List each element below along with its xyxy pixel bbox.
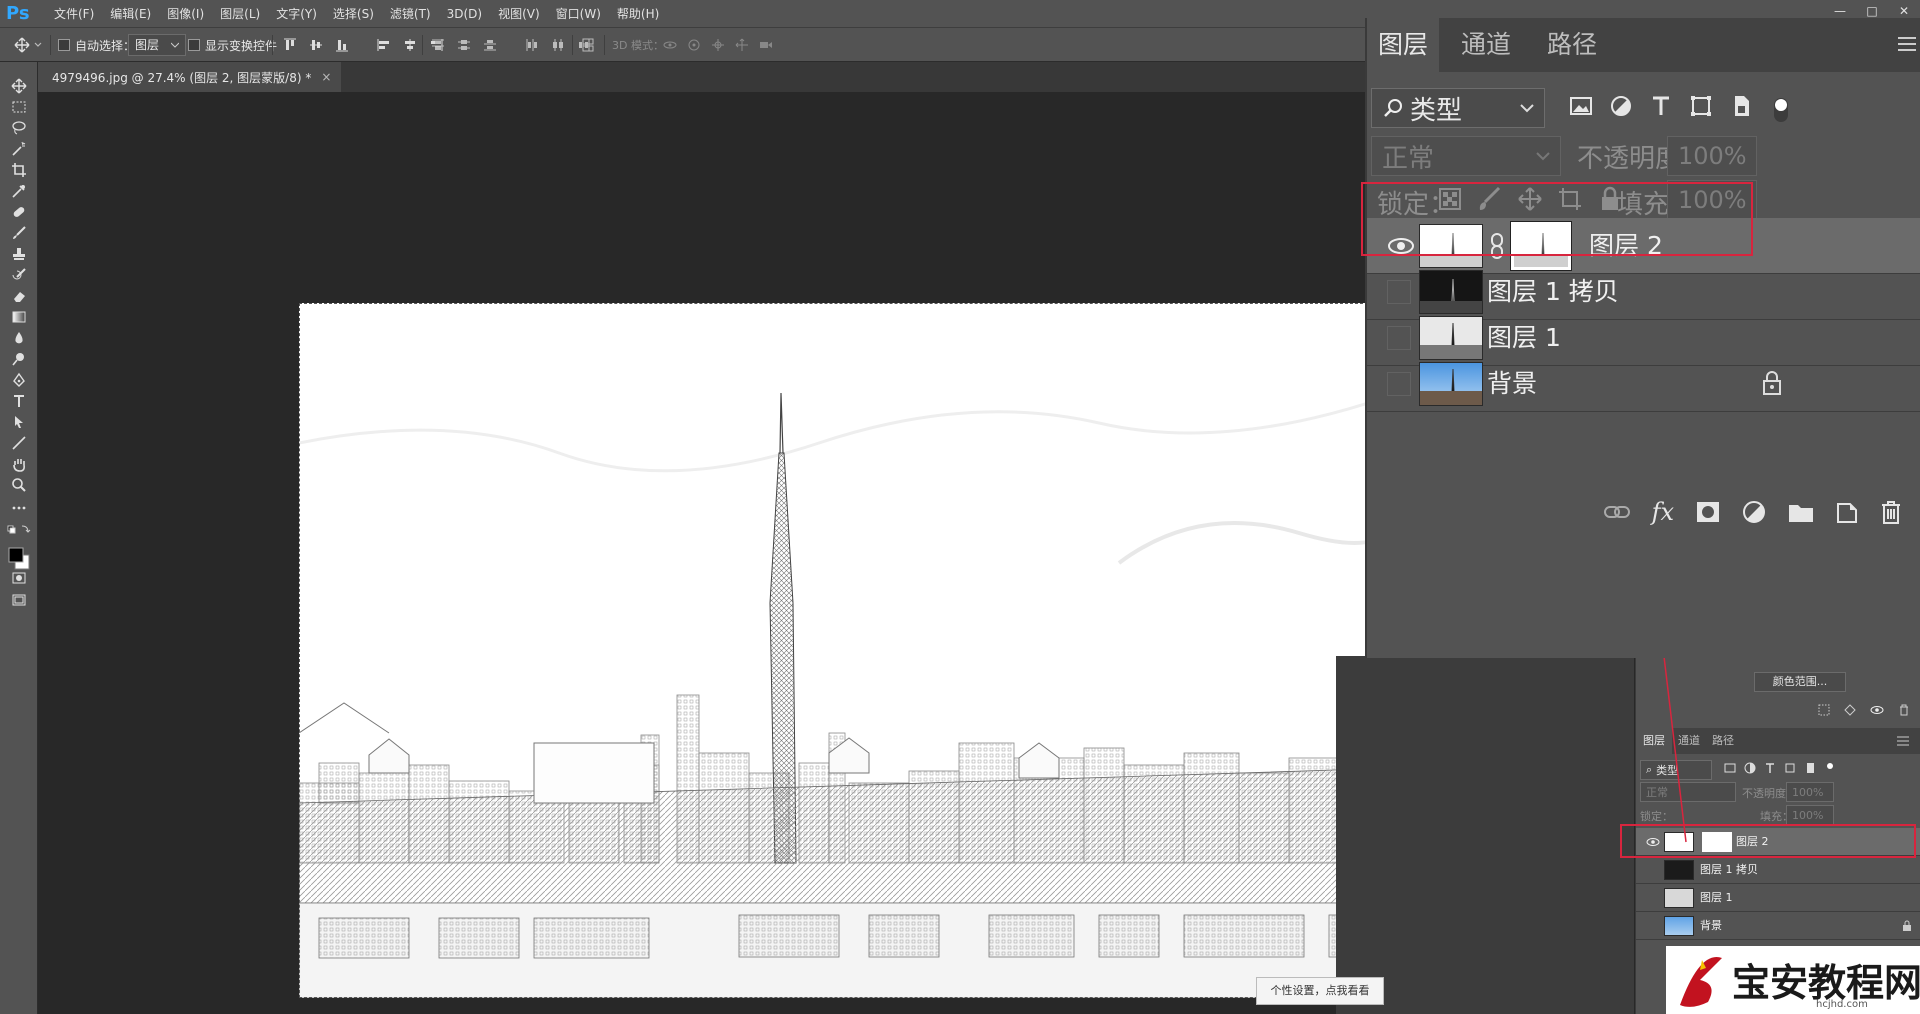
blend-mode-value: 正常 [1382, 143, 1435, 174]
layer-filter-icons [1569, 94, 1793, 124]
layer-filter-value: 类型 [1410, 95, 1463, 126]
layers-panel: 图层 通道 路径 类型 正常 不透明度： 100% 锁定： 填充： 100% 图… [1361, 18, 1920, 658]
fx-icon[interactable]: fx [1652, 498, 1674, 526]
highlight-box [1361, 182, 1753, 256]
watermark-logo-icon [1680, 956, 1722, 1007]
tab-paths[interactable]: 路径 [1529, 18, 1615, 72]
layer-name: 背景 [1487, 369, 1538, 398]
layers-panel-footer: fx [1367, 492, 1920, 532]
tab-channels[interactable]: 通道 [1443, 18, 1529, 72]
layer-row-background[interactable]: 背景 [1367, 356, 1920, 412]
watermark-url: hcjhd.com [1816, 999, 1868, 1010]
watermark: 宝安教程网 hcjhd.com [1666, 946, 1920, 1014]
gray-thumb-graphic [1420, 322, 1482, 359]
search-icon [1384, 99, 1402, 117]
layers-panel-tabs: 图层 通道 路径 [1367, 18, 1920, 72]
layer-thumbnail [1419, 362, 1483, 406]
visibility-toggle[interactable] [1387, 326, 1411, 350]
type-filter-icon[interactable] [1649, 94, 1673, 118]
image-filter-icon[interactable] [1569, 94, 1593, 118]
layer-thumbnail [1419, 270, 1483, 314]
adjustment-icon[interactable] [1742, 500, 1766, 524]
adjustment-filter-icon[interactable] [1609, 94, 1633, 118]
visibility-toggle[interactable] [1387, 372, 1411, 396]
trash-icon[interactable] [1880, 500, 1902, 524]
opacity-input[interactable]: 100% [1667, 136, 1757, 176]
new-layer-icon[interactable] [1836, 500, 1858, 524]
layer-thumbnail [1419, 316, 1483, 360]
visibility-toggle[interactable] [1387, 280, 1411, 304]
tooltip: 个性设置，点我看看 [1256, 977, 1384, 1005]
tab-layers[interactable]: 图层 [1367, 18, 1439, 72]
blend-mode-dropdown[interactable]: 正常 [1371, 136, 1561, 176]
lock-icon [1763, 371, 1781, 395]
chevron-down-icon [1536, 152, 1550, 161]
shape-filter-icon[interactable] [1689, 94, 1713, 118]
dark-thumb-graphic [1420, 278, 1482, 313]
filter-toggle-icon[interactable] [1769, 94, 1793, 124]
chevron-down-icon [1520, 104, 1534, 113]
folder-icon[interactable] [1788, 501, 1814, 523]
layer-filter-dropdown[interactable]: 类型 [1371, 88, 1545, 128]
mask-icon[interactable] [1696, 501, 1720, 523]
panel-menu-icon[interactable] [1897, 36, 1917, 52]
photo-thumb-graphic [1420, 368, 1482, 405]
smart-object-filter-icon[interactable] [1729, 94, 1753, 118]
link-icon[interactable] [1603, 502, 1630, 522]
